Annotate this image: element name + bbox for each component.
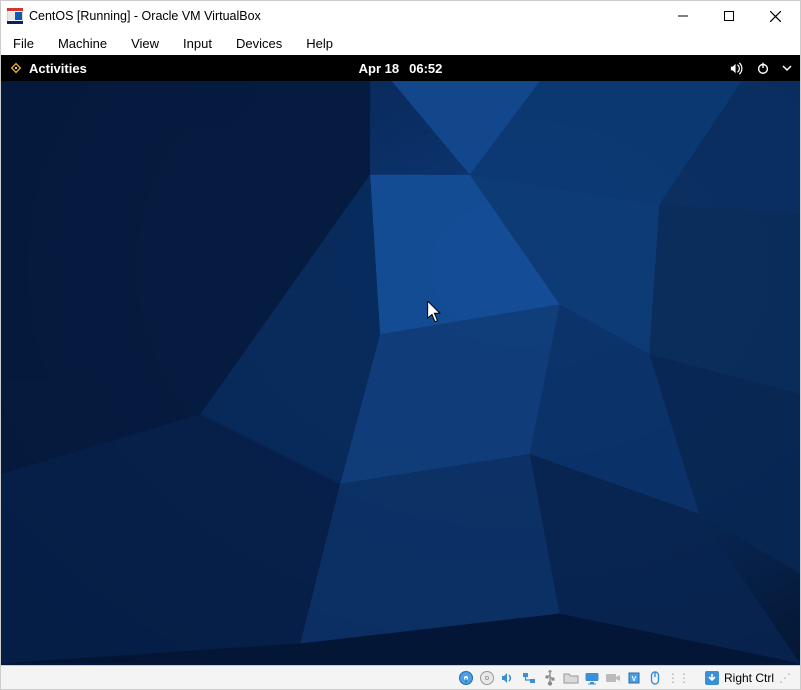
gnome-top-bar: Activities Apr 18 06:52 bbox=[1, 55, 800, 81]
minimize-button[interactable] bbox=[660, 1, 706, 31]
menu-devices[interactable]: Devices bbox=[228, 34, 290, 53]
resize-grip[interactable]: ⋰ bbox=[779, 671, 796, 685]
host-key-label: Right Ctrl bbox=[724, 671, 774, 685]
hostkey-capture-icon bbox=[704, 670, 720, 686]
audio-icon[interactable] bbox=[499, 669, 517, 687]
shared-folder-icon[interactable] bbox=[562, 669, 580, 687]
statusbar-separator: ⋮⋮ bbox=[667, 671, 695, 685]
clock[interactable]: Apr 18 06:52 bbox=[359, 61, 443, 76]
host-key-indicator[interactable]: Right Ctrl bbox=[704, 670, 774, 686]
menubar: File Machine View Input Devices Help bbox=[1, 31, 800, 55]
activities-label: Activities bbox=[29, 61, 87, 76]
virtualbox-app-icon bbox=[7, 8, 23, 24]
statusbar: V ⋮⋮ Right Ctrl ⋰ bbox=[1, 665, 800, 689]
centos-logo-icon bbox=[9, 61, 23, 75]
harddisk-icon[interactable] bbox=[457, 669, 475, 687]
optical-disc-icon[interactable] bbox=[478, 669, 496, 687]
menu-help[interactable]: Help bbox=[298, 34, 341, 53]
menu-view[interactable]: View bbox=[123, 34, 167, 53]
close-button[interactable] bbox=[752, 1, 798, 31]
guest-viewport[interactable]: Activities Apr 18 06:52 bbox=[1, 55, 800, 665]
svg-text:V: V bbox=[632, 676, 637, 683]
menu-input[interactable]: Input bbox=[175, 34, 220, 53]
system-tray[interactable] bbox=[729, 61, 792, 76]
recording-icon[interactable] bbox=[604, 669, 622, 687]
menu-file[interactable]: File bbox=[5, 34, 42, 53]
display-icon[interactable] bbox=[583, 669, 601, 687]
caret-down-icon[interactable] bbox=[782, 63, 792, 73]
window-titlebar[interactable]: CentOS [Running] - Oracle VM VirtualBox bbox=[1, 1, 800, 31]
usb-icon[interactable] bbox=[541, 669, 559, 687]
window-title: CentOS [Running] - Oracle VM VirtualBox bbox=[29, 9, 261, 23]
power-icon[interactable] bbox=[756, 61, 770, 75]
mouse-integration-icon[interactable] bbox=[646, 669, 664, 687]
menu-machine[interactable]: Machine bbox=[50, 34, 115, 53]
desktop-wallpaper bbox=[1, 55, 800, 663]
clock-time: 06:52 bbox=[409, 61, 442, 76]
virtualbox-window: CentOS [Running] - Oracle VM VirtualBox … bbox=[0, 0, 801, 690]
clock-date: Apr 18 bbox=[359, 61, 399, 76]
activities-button[interactable]: Activities bbox=[9, 61, 87, 76]
volume-icon[interactable] bbox=[729, 61, 744, 76]
network-icon[interactable] bbox=[520, 669, 538, 687]
maximize-button[interactable] bbox=[706, 1, 752, 31]
cpu-icon[interactable]: V bbox=[625, 669, 643, 687]
